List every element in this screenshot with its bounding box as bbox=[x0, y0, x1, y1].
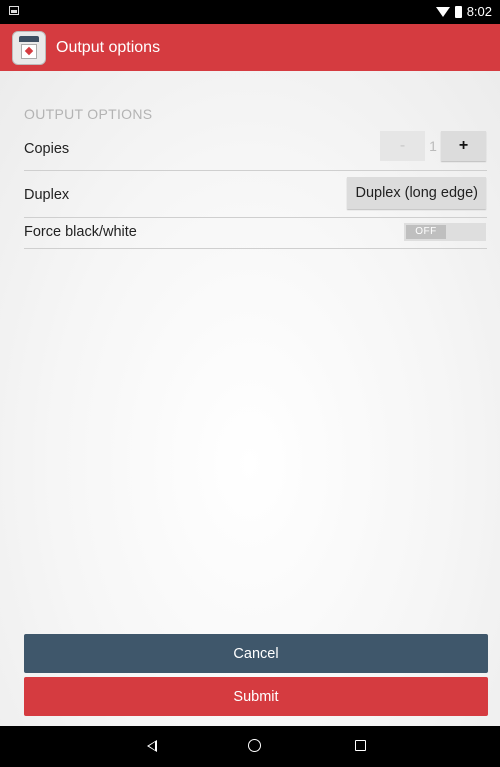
force-bw-row: Force black/white OFF bbox=[24, 218, 487, 249]
home-icon[interactable] bbox=[248, 739, 261, 752]
recents-icon[interactable] bbox=[355, 740, 366, 751]
duplex-select-button[interactable]: Duplex (long edge) bbox=[347, 177, 486, 209]
duplex-label: Duplex bbox=[24, 187, 70, 203]
output-options-panel: OUTPUT OPTIONS Copies - 1 + Duplex Duple… bbox=[0, 71, 500, 726]
copies-stepper: - 1 + bbox=[380, 131, 486, 161]
navigation-bar bbox=[0, 726, 500, 767]
screen: 8:02 Output options OUTPUT OPTIONS Copie… bbox=[0, 0, 500, 767]
status-bar: 8:02 bbox=[0, 0, 500, 24]
printer-icon bbox=[12, 30, 46, 65]
force-bw-label: Force black/white bbox=[24, 224, 137, 240]
copies-label: Copies bbox=[24, 141, 70, 157]
battery-icon bbox=[454, 5, 462, 18]
decrement-copies-button[interactable]: - bbox=[380, 131, 425, 161]
wifi-icon bbox=[435, 6, 450, 17]
duplex-row: Duplex Duplex (long edge) bbox=[24, 171, 487, 218]
back-icon[interactable] bbox=[147, 740, 157, 752]
copies-value: 1 bbox=[429, 138, 437, 154]
section-header: OUTPUT OPTIONS bbox=[24, 106, 153, 122]
toggle-state: OFF bbox=[406, 225, 446, 239]
app-bar: Output options bbox=[0, 24, 500, 71]
image-notification-icon bbox=[9, 6, 19, 15]
force-bw-toggle[interactable]: OFF bbox=[404, 223, 486, 241]
increment-copies-button[interactable]: + bbox=[441, 131, 486, 161]
status-right: 8:02 bbox=[435, 4, 492, 19]
cancel-button[interactable]: Cancel bbox=[24, 634, 488, 673]
copies-row: Copies - 1 + bbox=[24, 129, 487, 171]
status-time: 8:02 bbox=[466, 4, 492, 19]
page-title: Output options bbox=[56, 38, 161, 56]
submit-button[interactable]: Submit bbox=[24, 677, 488, 716]
